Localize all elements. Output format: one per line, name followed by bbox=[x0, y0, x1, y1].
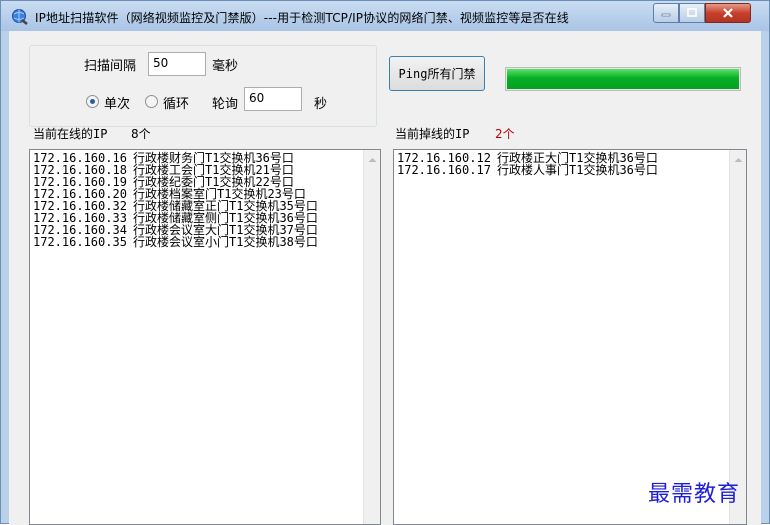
online-ip-label: 当前在线的IP bbox=[33, 127, 108, 141]
mode-loop-radio[interactable] bbox=[145, 95, 158, 108]
offline-ip-list[interactable]: 172.16.160.12 行政楼正大门T1交换机36号口 172.16.160.1… bbox=[393, 149, 747, 525]
app-window: IP地址扫描软件（网络视频监控及门禁版）---用于检测TCP/IP协议的网络门禁… bbox=[0, 0, 770, 525]
online-list-content: 172.16.160.16 行政楼财务门T1交换机36号口 172.16.160.1… bbox=[33, 152, 363, 248]
poll-unit: 秒 bbox=[314, 97, 328, 112]
maximize-icon bbox=[687, 8, 697, 17]
globe-icon bbox=[12, 9, 28, 25]
maximize-button[interactable] bbox=[679, 3, 705, 23]
scroll-up-arrow-icon[interactable] bbox=[730, 152, 746, 168]
poll-input[interactable]: 60 bbox=[244, 87, 302, 111]
mode-single-label[interactable]: 单次 bbox=[104, 93, 130, 112]
client-area: 扫描间隔 50 毫秒 单次 循环 轮询 60 秒 Ping所有门禁 当前在线的I… bbox=[9, 31, 761, 525]
list-item-ip: 172.16.160.35 bbox=[33, 235, 127, 249]
poll-label: 轮询 bbox=[212, 97, 239, 112]
list-item-description: 行政楼人事门T1交换机36号口 bbox=[497, 163, 658, 177]
settings-group: 扫描间隔 50 毫秒 单次 循环 轮询 60 秒 bbox=[29, 45, 377, 127]
scroll-up-arrow-icon[interactable] bbox=[364, 152, 380, 168]
online-list-scrollbar[interactable] bbox=[363, 150, 380, 524]
ping-all-button[interactable]: Ping所有门禁 bbox=[389, 56, 485, 91]
minimize-button[interactable] bbox=[653, 3, 679, 23]
list-item-ip: 172.16.160.17 bbox=[397, 163, 491, 177]
title-bar[interactable]: IP地址扫描软件（网络视频监控及门禁版）---用于检测TCP/IP协议的网络门禁… bbox=[1, 1, 769, 31]
list-item[interactable]: 172.16.160.35 行政楼会议室小门T1交换机38号口 bbox=[33, 236, 363, 248]
interval-unit: 毫秒 bbox=[212, 59, 239, 74]
close-icon bbox=[723, 8, 733, 18]
online-count: 8个 bbox=[131, 127, 151, 141]
interval-label: 扫描间隔 bbox=[84, 59, 137, 74]
offline-list-scrollbar[interactable] bbox=[729, 150, 746, 524]
offline-count: 2个 bbox=[495, 127, 515, 141]
offline-ip-label: 当前掉线的IP bbox=[395, 127, 470, 141]
window-title: IP地址扫描软件（网络视频监控及门禁版）---用于检测TCP/IP协议的网络门禁… bbox=[35, 11, 569, 25]
scan-progress-bar bbox=[505, 67, 741, 91]
progress-fill bbox=[507, 69, 739, 89]
minimize-icon bbox=[661, 13, 671, 17]
offline-list-content: 172.16.160.12 行政楼正大门T1交换机36号口 172.16.160.1… bbox=[397, 152, 729, 176]
close-button[interactable] bbox=[705, 3, 751, 23]
mode-loop-label[interactable]: 循环 bbox=[163, 93, 189, 112]
online-ip-list[interactable]: 172.16.160.16 行政楼财务门T1交换机36号口 172.16.160.1… bbox=[29, 149, 381, 525]
list-item[interactable]: 172.16.160.17 行政楼人事门T1交换机36号口 bbox=[397, 164, 729, 176]
list-item-description: 行政楼会议室小门T1交换机38号口 bbox=[133, 235, 318, 249]
interval-input[interactable]: 50 bbox=[148, 52, 206, 76]
mode-single-radio[interactable] bbox=[86, 95, 99, 108]
watermark-text: 最需教育 bbox=[648, 482, 741, 507]
